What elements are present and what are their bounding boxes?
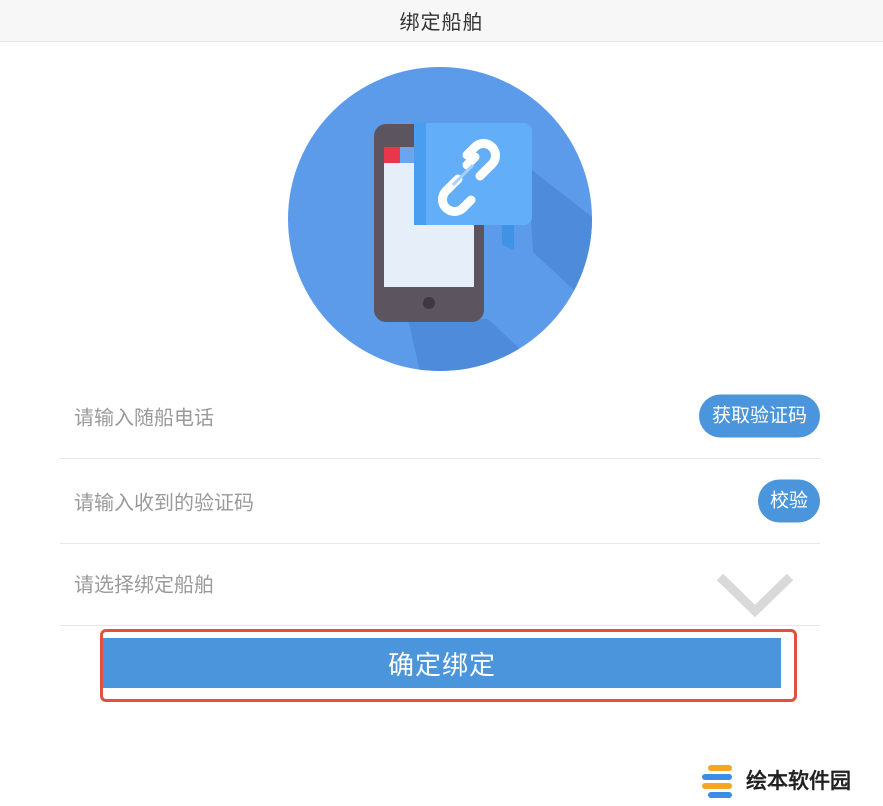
chevron-down-icon[interactable] [716, 571, 794, 619]
phone-input[interactable]: 请输入随船电话 [74, 402, 214, 431]
get-code-button[interactable]: 获取验证码 [698, 394, 820, 438]
hero-illustration [288, 67, 592, 371]
verify-button[interactable]: 校验 [757, 479, 820, 523]
page-title: 绑定船舶 [399, 10, 484, 34]
ship-select[interactable]: 请选择绑定船舶 [74, 569, 214, 598]
phone-row: 请输入随船电话 获取验证码 [60, 374, 820, 459]
watermark-text: 绘本软件园 [746, 769, 851, 793]
title-bar: 绑定船舶 [0, 0, 883, 42]
ship-select-row[interactable]: 请选择绑定船舶 [60, 541, 820, 626]
confirm-bind-button[interactable]: 确定绑定 [103, 638, 781, 688]
code-row: 请输入收到的验证码 校验 [60, 459, 820, 544]
bind-ship-page: 绑定船舶 请输入随船电话 获取验证码 请输入收到的验证码 校验 请选择绑定船舶 … [0, 0, 883, 806]
watermark: 绘本软件园 [700, 758, 851, 802]
code-input[interactable]: 请输入收到的验证码 [74, 487, 254, 516]
watermark-logo-icon [702, 765, 732, 798]
phone-link-icon [288, 67, 592, 371]
